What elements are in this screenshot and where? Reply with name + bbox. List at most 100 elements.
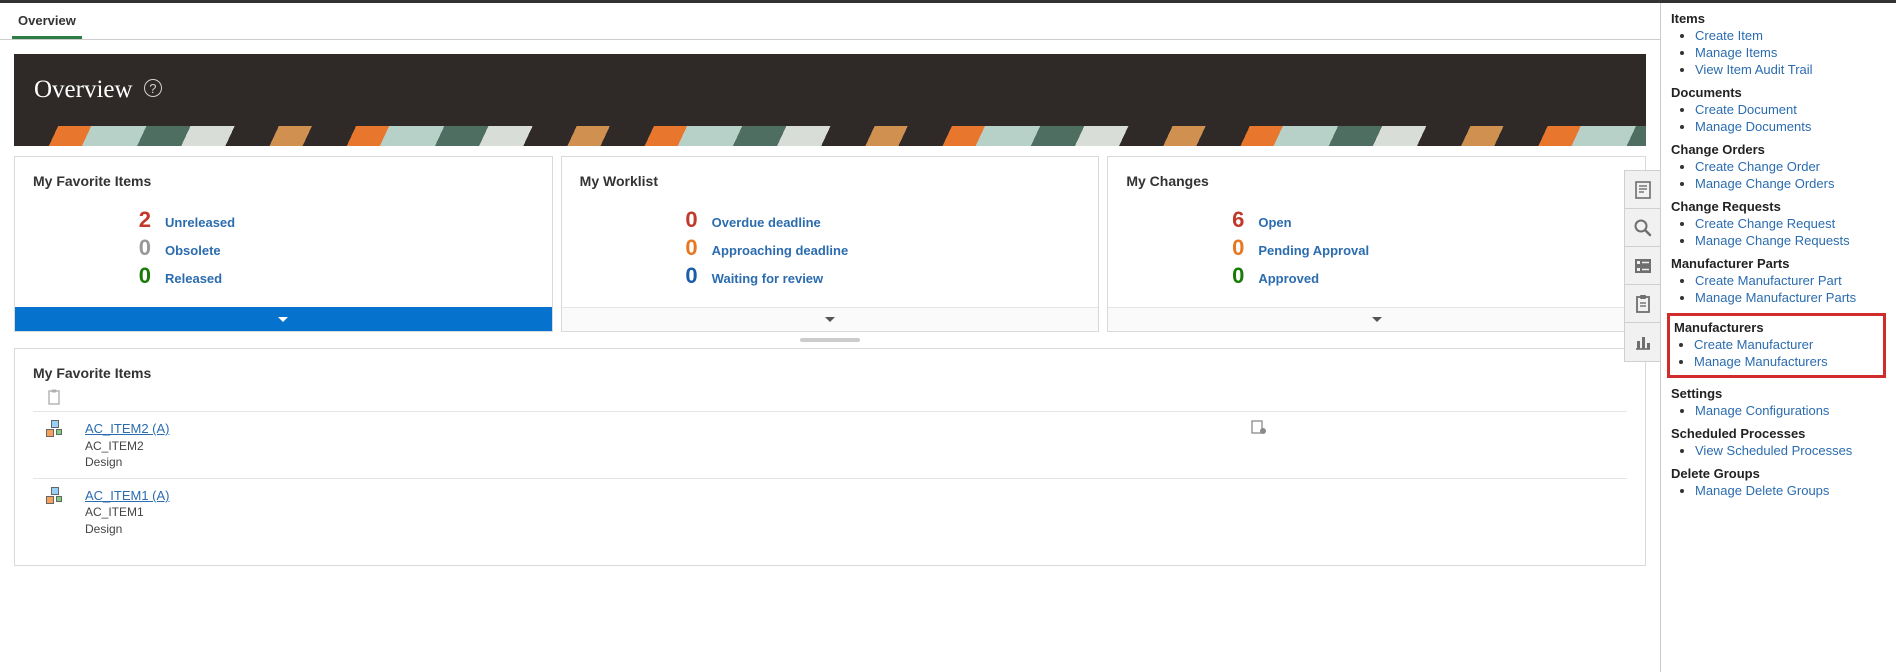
tab-bar: Overview: [0, 3, 1660, 40]
item-type-icon: [47, 489, 63, 505]
stat-number: 6: [1222, 207, 1244, 233]
sidebar-group-header: Settings: [1671, 386, 1886, 401]
sidebar-link[interactable]: Create Document: [1695, 102, 1797, 117]
stat-row[interactable]: 0 Obsolete: [129, 235, 534, 261]
item-link[interactable]: AC_ITEM1 (A): [85, 488, 170, 503]
chevron-down-icon: [825, 317, 835, 322]
stat-label[interactable]: Overdue deadline: [712, 215, 821, 230]
sidebar-link[interactable]: View Scheduled Processes: [1695, 443, 1852, 458]
card-title: My Favorite Items: [33, 173, 534, 189]
item-status-icon: [1251, 420, 1267, 434]
stat-row[interactable]: 0 Waiting for review: [676, 263, 1081, 289]
hero-pattern-strip: [14, 126, 1646, 146]
clipboard-small-icon[interactable]: [47, 389, 1627, 405]
detail-panel-title: My Favorite Items: [33, 365, 1627, 381]
stat-row[interactable]: 0 Approaching deadline: [676, 235, 1081, 261]
sidebar-group: Settings Manage Configurations: [1671, 386, 1886, 418]
stat-row[interactable]: 0 Released: [129, 263, 534, 289]
stat-number: 0: [676, 207, 698, 233]
chevron-down-icon: [278, 317, 288, 322]
sidebar-link-item: Manage Configurations: [1695, 403, 1886, 418]
stat-row[interactable]: 6 Open: [1222, 207, 1627, 233]
dock-search-icon[interactable]: [1625, 209, 1660, 247]
sidebar-group: Change Requests Create Change Request Mana…: [1671, 199, 1886, 248]
stat-label[interactable]: Approaching deadline: [712, 243, 849, 258]
right-dock: [1624, 170, 1660, 362]
tab-overview[interactable]: Overview: [12, 3, 82, 39]
item-row: AC_ITEM2 (A)AC_ITEM2Design: [33, 411, 1627, 478]
sidebar-link-item: Create Manufacturer Part: [1695, 273, 1886, 288]
summary-card-worklist: My Worklist0Overdue deadline0Approaching…: [561, 156, 1100, 332]
item-phase: Design: [85, 454, 170, 470]
dock-checklist-icon[interactable]: [1625, 247, 1660, 285]
stat-label[interactable]: Open: [1258, 215, 1291, 230]
task-sidebar: Items Create Item Manage Items View Item Au…: [1660, 3, 1896, 672]
sidebar-link-item: Manage Documents: [1695, 119, 1886, 134]
sidebar-link-item: Create Manufacturer: [1694, 337, 1879, 352]
sidebar-group: Change OrdersCreate Change OrderManage C…: [1671, 142, 1886, 191]
sidebar-group-header: Items: [1671, 11, 1886, 26]
stat-number: 0: [676, 235, 698, 261]
stat-row[interactable]: 0 Approved: [1222, 263, 1627, 289]
card-expand-toggle[interactable]: [562, 307, 1099, 331]
sidebar-link[interactable]: Manage Manufacturers: [1694, 354, 1828, 369]
sidebar-link[interactable]: Create Item: [1695, 28, 1763, 43]
stat-label[interactable]: Released: [165, 271, 222, 286]
sidebar-link[interactable]: Manage Delete Groups: [1695, 483, 1829, 498]
dock-clipboard-icon[interactable]: [1625, 285, 1660, 323]
stat-row[interactable]: 0 Overdue deadline: [676, 207, 1081, 233]
sidebar-link[interactable]: Manage Change Requests: [1695, 233, 1850, 248]
sidebar-link[interactable]: Manage Items: [1695, 45, 1777, 60]
dock-chart-icon[interactable]: [1625, 323, 1660, 361]
sidebar-link-item: Create Change Request: [1695, 216, 1886, 231]
detail-panel: My Favorite Items AC_ITEM2 (A)AC_ITEM2De…: [14, 348, 1646, 566]
help-icon[interactable]: ?: [144, 79, 162, 97]
sidebar-link[interactable]: Create Manufacturer: [1694, 337, 1813, 352]
sidebar-group: Delete GroupsManage Delete Groups: [1671, 466, 1886, 498]
sidebar-group: Items Create Item Manage Items View Item Au…: [1671, 11, 1886, 77]
sidebar-group-header: Documents: [1671, 85, 1886, 100]
stat-label[interactable]: Waiting for review: [712, 271, 823, 286]
sidebar-link-item: View Scheduled Processes: [1695, 443, 1886, 458]
stat-number: 0: [1222, 263, 1244, 289]
sidebar-link[interactable]: Create Change Request: [1695, 216, 1835, 231]
sidebar-link[interactable]: Manage Manufacturer Parts: [1695, 290, 1856, 305]
card-expand-toggle[interactable]: [1108, 307, 1645, 331]
sidebar-group: Manufacturer Parts Create Manufacturer Pa…: [1671, 256, 1886, 305]
stat-label[interactable]: Approved: [1258, 271, 1319, 286]
item-type-icon: [47, 422, 63, 438]
item-phase: Design: [85, 521, 170, 537]
sidebar-group-header: Manufacturers: [1674, 320, 1879, 335]
sidebar-group-header: Manufacturer Parts: [1671, 256, 1886, 271]
stat-label[interactable]: Pending Approval: [1258, 243, 1369, 258]
stat-label[interactable]: Unreleased: [165, 215, 235, 230]
item-code: AC_ITEM1: [85, 504, 170, 520]
stat-number: 2: [129, 207, 151, 233]
stat-number: 0: [676, 263, 698, 289]
sidebar-link[interactable]: Manage Configurations: [1695, 403, 1829, 418]
dock-page-icon[interactable]: [1625, 171, 1660, 209]
sidebar-link[interactable]: Create Change Order: [1695, 159, 1820, 174]
sidebar-link-item: Manage Change Requests: [1695, 233, 1886, 248]
stat-row[interactable]: 0Pending Approval: [1222, 235, 1627, 261]
stat-number: 0: [129, 263, 151, 289]
stat-label[interactable]: Obsolete: [165, 243, 221, 258]
sidebar-group-header: Change Requests: [1671, 199, 1886, 214]
sidebar-link-item: Create Change Order: [1695, 159, 1886, 174]
sidebar-link[interactable]: Manage Change Orders: [1695, 176, 1834, 191]
sidebar-link-item: Manage Manufacturers: [1694, 354, 1879, 369]
stat-number: 0: [129, 235, 151, 261]
sidebar-link[interactable]: Create Manufacturer Part: [1695, 273, 1842, 288]
sidebar-link[interactable]: Manage Documents: [1695, 119, 1811, 134]
sidebar-link-item: Manage Delete Groups: [1695, 483, 1886, 498]
sidebar-link-item: Manage Manufacturer Parts: [1695, 290, 1886, 305]
drag-handle[interactable]: [800, 338, 860, 342]
card-expand-toggle[interactable]: [15, 307, 552, 331]
sidebar-link[interactable]: View Item Audit Trail: [1695, 62, 1813, 77]
sidebar-link-item: Manage Change Orders: [1695, 176, 1886, 191]
stat-row[interactable]: 2 Unreleased: [129, 207, 534, 233]
sidebar-link-item: Create Item: [1695, 28, 1886, 43]
sidebar-group: Manufacturers Create Manufacturer Manage M…: [1667, 313, 1886, 378]
item-link[interactable]: AC_ITEM2 (A): [85, 421, 170, 436]
item-row: AC_ITEM1 (A)AC_ITEM1Design: [33, 478, 1627, 545]
